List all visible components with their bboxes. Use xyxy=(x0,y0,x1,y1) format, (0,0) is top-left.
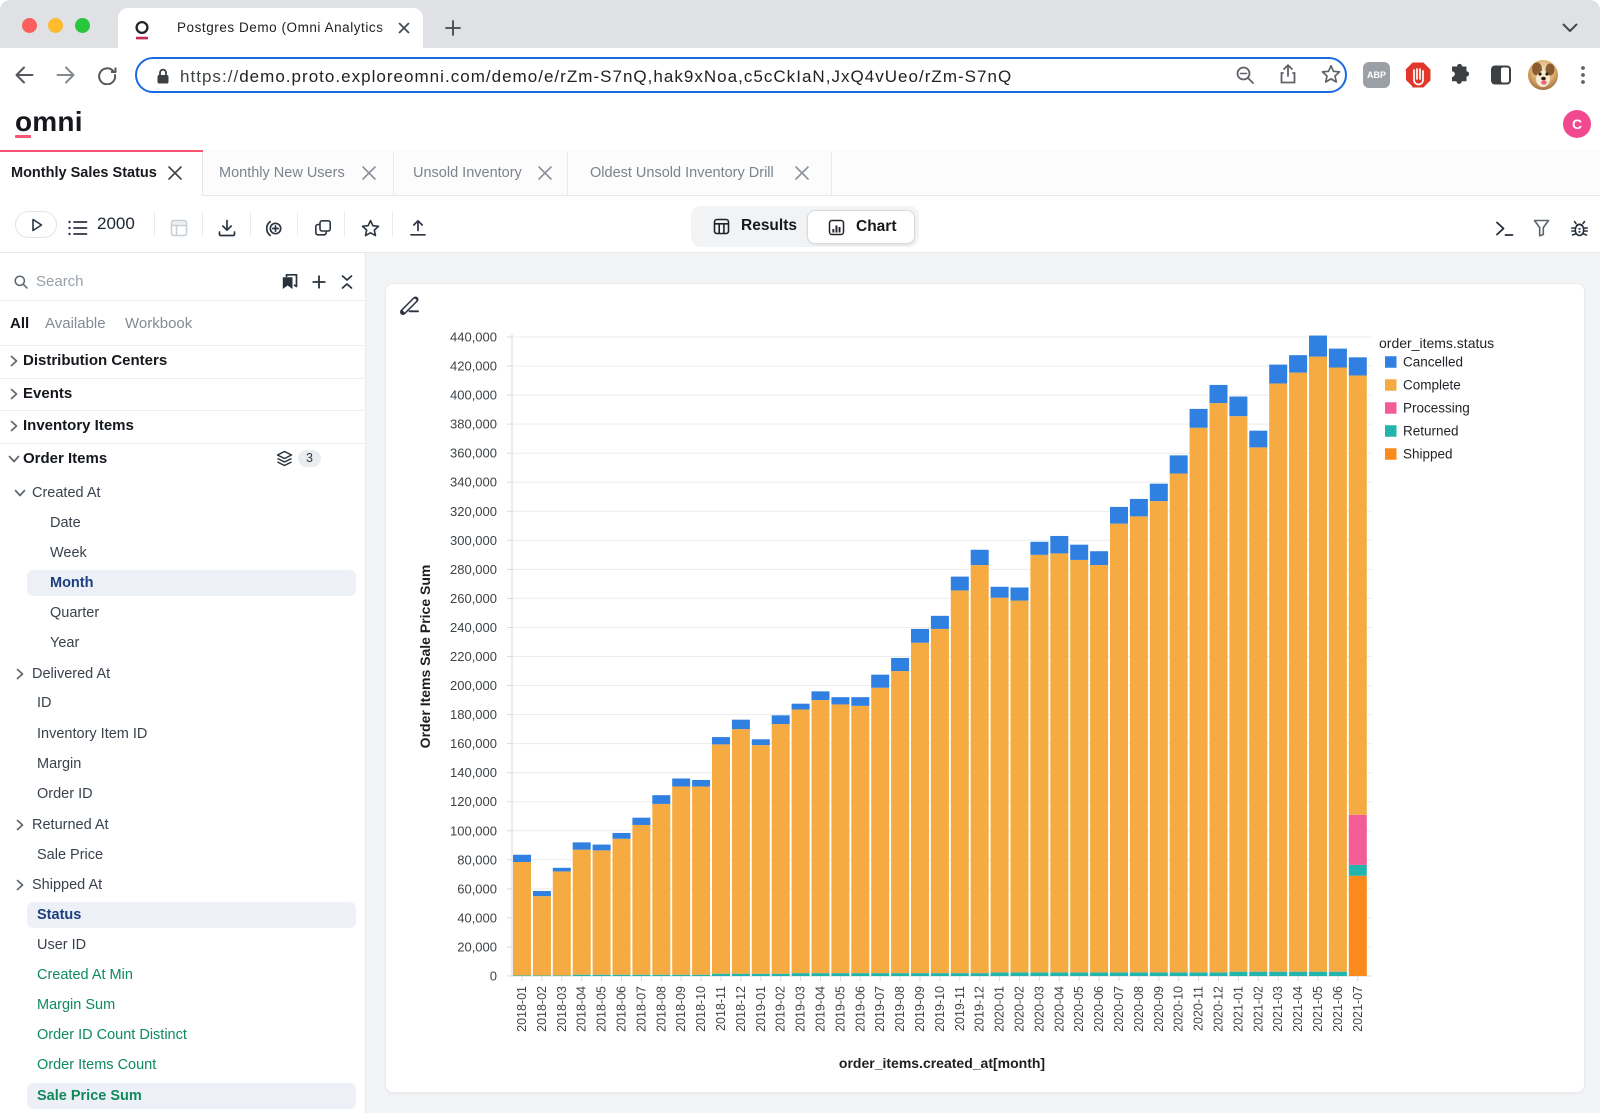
svg-text:2018-10: 2018-10 xyxy=(694,986,708,1032)
svg-text:420,000: 420,000 xyxy=(450,359,497,374)
svg-text:40,000: 40,000 xyxy=(457,910,497,925)
svg-text:2021-03: 2021-03 xyxy=(1271,986,1285,1032)
svg-text:2021-04: 2021-04 xyxy=(1291,986,1305,1032)
svg-text:Shipped: Shipped xyxy=(1403,447,1453,462)
svg-text:2018-03: 2018-03 xyxy=(555,986,569,1032)
svg-text:2020-12: 2020-12 xyxy=(1212,986,1226,1032)
svg-text:260,000: 260,000 xyxy=(450,591,497,606)
svg-text:180,000: 180,000 xyxy=(450,707,497,722)
svg-text:2018-05: 2018-05 xyxy=(595,986,609,1032)
svg-text:320,000: 320,000 xyxy=(450,504,497,519)
svg-text:2018-06: 2018-06 xyxy=(615,986,629,1032)
svg-text:2020-10: 2020-10 xyxy=(1172,986,1186,1032)
svg-text:400,000: 400,000 xyxy=(450,388,497,403)
svg-text:Cancelled: Cancelled xyxy=(1403,355,1463,370)
svg-text:2020-04: 2020-04 xyxy=(1052,986,1066,1032)
svg-text:2021-07: 2021-07 xyxy=(1351,986,1365,1032)
svg-text:2019-01: 2019-01 xyxy=(754,986,768,1032)
svg-text:2019-09: 2019-09 xyxy=(913,986,927,1032)
svg-text:2021-06: 2021-06 xyxy=(1331,986,1345,1032)
svg-text:0: 0 xyxy=(490,969,497,984)
svg-text:2018-09: 2018-09 xyxy=(674,986,688,1032)
svg-text:2019-05: 2019-05 xyxy=(833,986,847,1032)
svg-text:80,000: 80,000 xyxy=(457,852,497,867)
svg-text:2019-12: 2019-12 xyxy=(973,986,987,1032)
svg-text:340,000: 340,000 xyxy=(450,475,497,490)
svg-text:2020-11: 2020-11 xyxy=(1192,986,1206,1031)
svg-text:2019-04: 2019-04 xyxy=(814,986,828,1032)
svg-text:2018-12: 2018-12 xyxy=(734,986,748,1032)
svg-text:2019-11: 2019-11 xyxy=(953,986,967,1031)
svg-text:60,000: 60,000 xyxy=(457,881,497,896)
svg-text:2020-01: 2020-01 xyxy=(993,986,1007,1032)
svg-text:2020-02: 2020-02 xyxy=(1013,986,1027,1032)
svg-text:2018-01: 2018-01 xyxy=(515,986,529,1032)
svg-text:2020-03: 2020-03 xyxy=(1032,986,1046,1032)
svg-text:2021-02: 2021-02 xyxy=(1251,986,1265,1032)
svg-text:2020-09: 2020-09 xyxy=(1152,986,1166,1032)
svg-text:Returned: Returned xyxy=(1403,424,1459,439)
svg-text:360,000: 360,000 xyxy=(450,446,497,461)
svg-text:160,000: 160,000 xyxy=(450,736,497,751)
svg-text:2019-03: 2019-03 xyxy=(794,986,808,1032)
svg-text:240,000: 240,000 xyxy=(450,620,497,635)
svg-text:200,000: 200,000 xyxy=(450,678,497,693)
svg-text:380,000: 380,000 xyxy=(450,417,497,432)
svg-text:2019-10: 2019-10 xyxy=(933,986,947,1032)
svg-text:2020-07: 2020-07 xyxy=(1112,986,1126,1032)
svg-text:280,000: 280,000 xyxy=(450,562,497,577)
svg-text:220,000: 220,000 xyxy=(450,649,497,664)
svg-text:140,000: 140,000 xyxy=(450,765,497,780)
svg-text:Order Items Sale Price Sum: Order Items Sale Price Sum xyxy=(417,565,433,749)
svg-text:2018-02: 2018-02 xyxy=(535,986,549,1032)
svg-text:2019-08: 2019-08 xyxy=(893,986,907,1032)
svg-text:2020-06: 2020-06 xyxy=(1092,986,1106,1032)
svg-text:440,000: 440,000 xyxy=(450,330,497,345)
svg-text:2019-06: 2019-06 xyxy=(853,986,867,1032)
svg-text:20,000: 20,000 xyxy=(457,940,497,955)
svg-text:Processing: Processing xyxy=(1403,401,1470,416)
svg-text:2021-05: 2021-05 xyxy=(1311,986,1325,1032)
svg-text:order_items.created_at[month]: order_items.created_at[month] xyxy=(839,1055,1045,1071)
svg-text:2018-11: 2018-11 xyxy=(714,986,728,1031)
svg-text:2020-05: 2020-05 xyxy=(1072,986,1086,1032)
svg-text:2021-01: 2021-01 xyxy=(1231,986,1245,1032)
svg-text:100,000: 100,000 xyxy=(450,823,497,838)
svg-text:300,000: 300,000 xyxy=(450,533,497,548)
svg-text:2018-08: 2018-08 xyxy=(654,986,668,1032)
svg-text:2018-07: 2018-07 xyxy=(634,986,648,1032)
svg-text:2018-04: 2018-04 xyxy=(575,986,589,1032)
svg-text:120,000: 120,000 xyxy=(450,794,497,809)
svg-text:2019-07: 2019-07 xyxy=(873,986,887,1032)
svg-text:order_items.status: order_items.status xyxy=(1379,335,1494,351)
svg-text:Complete: Complete xyxy=(1403,378,1461,393)
svg-text:2019-02: 2019-02 xyxy=(774,986,788,1032)
svg-text:2020-08: 2020-08 xyxy=(1132,986,1146,1032)
